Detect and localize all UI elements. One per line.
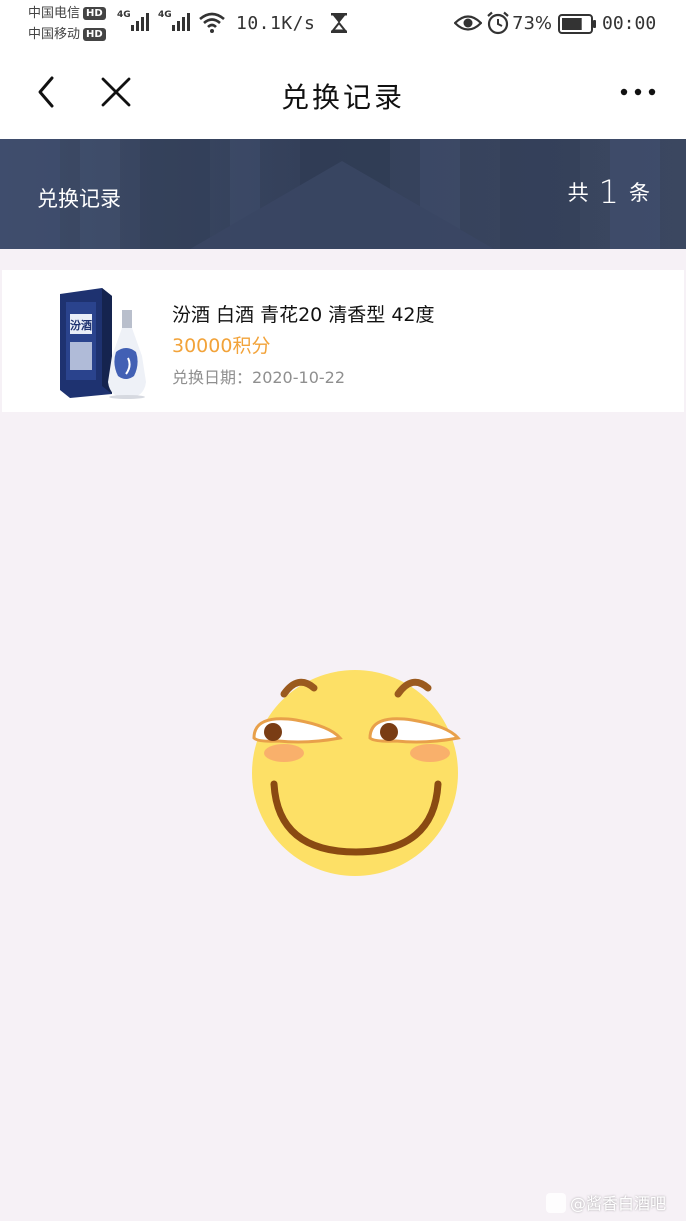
hd-badge-2: HD xyxy=(83,28,106,41)
product-name: 汾酒 白酒 青花20 清香型 42度 xyxy=(172,304,435,326)
summary-label: 兑换记录 xyxy=(37,187,121,211)
watermark-text: @酱香白酒吧 xyxy=(570,1194,667,1213)
net-speed: 10.1K/s xyxy=(236,13,316,34)
hd-badge-1: HD xyxy=(83,7,106,20)
exchange-date: 兑换日期：2020-10-22 xyxy=(172,364,345,388)
page-title: 兑换记录 xyxy=(280,81,405,114)
carrier-2-label: 中国移动 xyxy=(28,27,81,42)
product-logo-text: 汾酒 xyxy=(70,318,92,332)
alarm-icon xyxy=(487,11,509,35)
carrier-2: 中国移动 HD xyxy=(28,27,106,42)
carrier-1-label: 中国电信 xyxy=(28,6,81,21)
count-suffix: 条 xyxy=(629,181,650,205)
wifi-icon xyxy=(199,12,225,33)
carrier-1: 中国电信 HD xyxy=(28,6,106,21)
eye-icon xyxy=(454,15,482,31)
tieba-logo-icon xyxy=(546,1193,566,1213)
signal-icon-2: 4G xyxy=(158,10,196,38)
signal-icon-1: 4G xyxy=(117,10,155,38)
status-bar: 中国电信 HD 中国移动 HD 4G 4G 10.1K/s 73% 00:00 xyxy=(0,0,686,48)
nav-bar: 兑换记录 xyxy=(0,48,686,139)
record-item[interactable]: 汾酒 汾酒 白酒 青花20 清香型 42度 30000积分 兑换日期：2020-… xyxy=(2,270,684,412)
network-tag-2: 4G xyxy=(158,10,172,20)
more-icon[interactable] xyxy=(618,86,658,98)
count-prefix: 共 xyxy=(567,181,589,205)
record-count: 共1条 xyxy=(568,173,650,211)
count-value: 1 xyxy=(598,173,619,211)
summary-banner: 兑换记录 共1条 xyxy=(0,139,686,249)
battery-icon xyxy=(558,14,596,34)
exchange-date-value: 2020-10-22 xyxy=(252,368,345,387)
smirk-emoji-icon xyxy=(252,670,461,876)
product-points: 30000积分 xyxy=(172,335,271,357)
hourglass-icon xyxy=(330,13,348,33)
exchange-date-label: 兑换日期： xyxy=(172,368,253,387)
clock: 00:00 xyxy=(602,13,657,34)
watermark: @酱香白酒吧 xyxy=(546,1190,666,1214)
network-tag-1: 4G xyxy=(117,10,131,20)
battery-percent: 73% xyxy=(512,13,553,34)
product-image: 汾酒 xyxy=(60,288,146,399)
